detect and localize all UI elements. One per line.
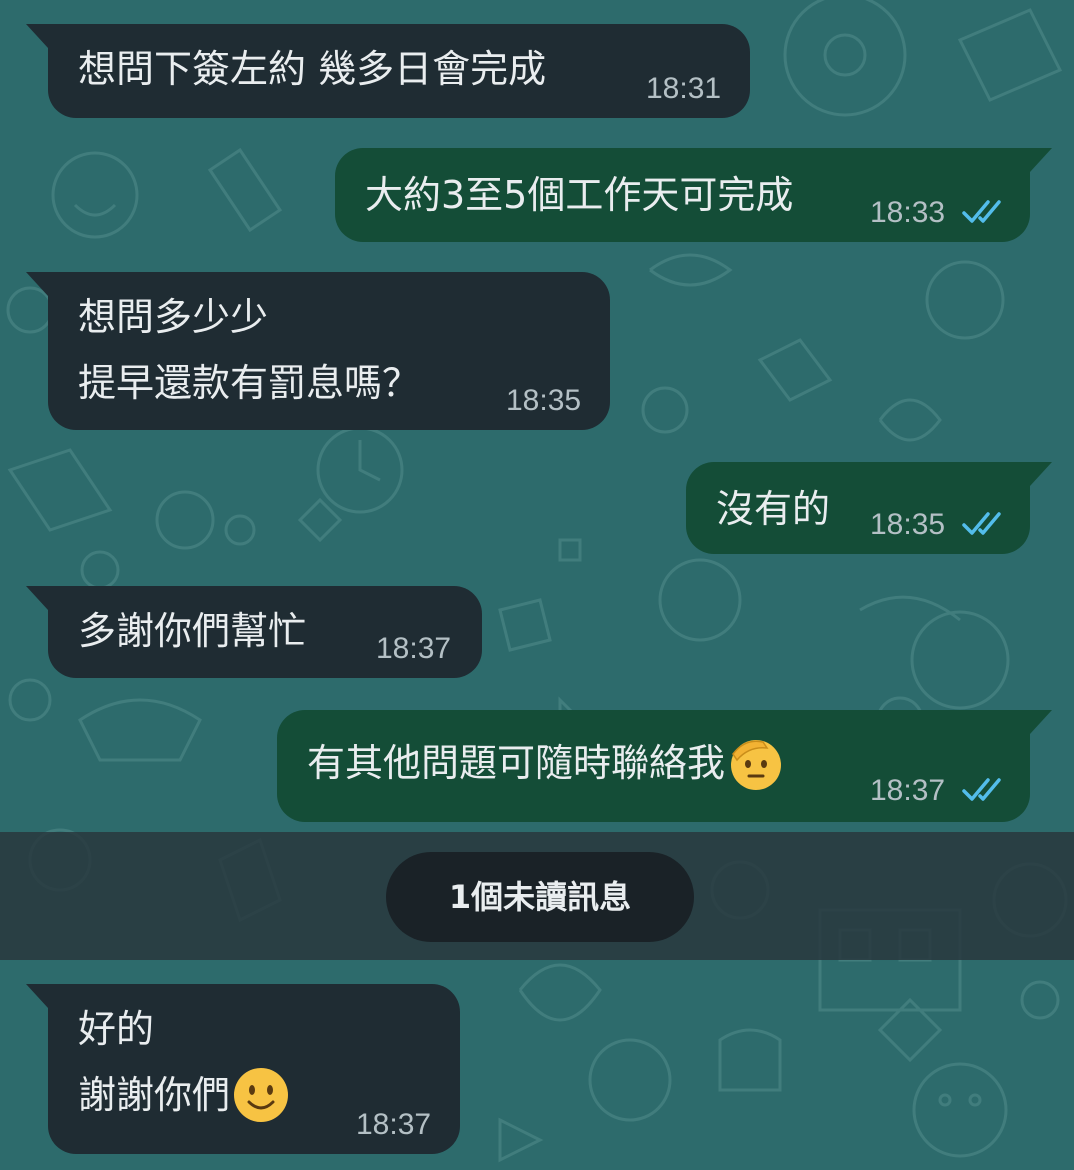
message-time: 18:33 bbox=[870, 196, 946, 229]
outgoing-message[interactable]: 沒有的 18:35 bbox=[686, 462, 1052, 554]
unread-messages-badge: 1個未讀訊息 bbox=[386, 852, 694, 942]
incoming-message[interactable]: 多謝你們幫忙 18:37 bbox=[26, 586, 482, 678]
message-text: 多謝你們幫忙 bbox=[78, 609, 307, 653]
message-text: 沒有的 bbox=[716, 487, 831, 531]
saluting-face-icon bbox=[731, 739, 782, 790]
message-time: 18:35 bbox=[506, 384, 582, 417]
message-text-line: 好的 bbox=[78, 1007, 155, 1051]
message-time: 18:31 bbox=[646, 72, 722, 105]
message-text-line: 提早還款有罰息嗎？ bbox=[78, 361, 421, 405]
message-text: 有其他問題可隨時聯絡我 bbox=[307, 732, 785, 794]
message-text-line: 想問多少少 bbox=[78, 295, 269, 339]
message-time: 18:37 bbox=[376, 632, 452, 665]
message-text-line: 謝謝你們 bbox=[78, 1064, 290, 1126]
double-check-read-icon bbox=[962, 512, 1001, 535]
message-time: 18:35 bbox=[870, 508, 946, 541]
smiling-face-icon bbox=[234, 1067, 289, 1122]
outgoing-message[interactable]: 有其他問題可隨時聯絡我 18:37 bbox=[277, 710, 1052, 822]
double-check-read-icon bbox=[962, 200, 1001, 223]
message-text: 大約3至5個工作天可完成 bbox=[365, 173, 794, 217]
incoming-message[interactable]: 好的 謝謝你們 18:37 bbox=[26, 984, 460, 1154]
message-text-content: 謝謝你們 bbox=[78, 1073, 231, 1117]
outgoing-message[interactable]: 大約3至5個工作天可完成 18:33 bbox=[335, 148, 1052, 242]
incoming-message[interactable]: 想問多少少 提早還款有罰息嗎？ 18:35 bbox=[26, 272, 610, 430]
message-time: 18:37 bbox=[870, 774, 946, 807]
message-text-content: 有其他問題可隨時聯絡我 bbox=[307, 741, 726, 785]
double-check-read-icon bbox=[962, 778, 1001, 801]
message-time: 18:37 bbox=[356, 1108, 432, 1141]
message-text: 想問下簽左約 幾多日會完成 bbox=[78, 47, 547, 91]
incoming-message[interactable]: 想問下簽左約 幾多日會完成 18:31 bbox=[26, 24, 750, 118]
